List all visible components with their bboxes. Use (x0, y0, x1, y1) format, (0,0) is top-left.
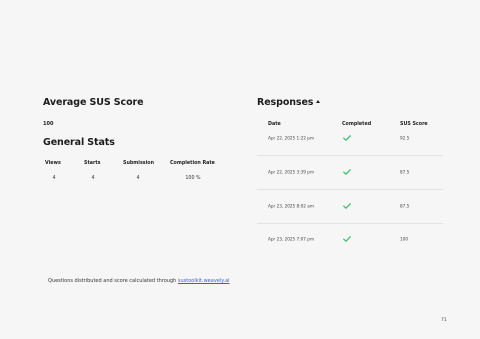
table-row[interactable]: Apr 23, 2025 8:02 am 87.5 (257, 189, 443, 224)
check-icon (343, 169, 351, 175)
general-stats-title: General Stats (43, 137, 115, 148)
row-date: Apr 23, 2025 8:02 am (268, 203, 314, 209)
responses-title-wrap[interactable]: Responses (257, 97, 321, 108)
stat-value-views: 4 (52, 176, 56, 181)
row-sus-score: 87.5 (400, 169, 410, 175)
table-row[interactable]: Apr 22, 2025 1:22 pm 92.5 (257, 121, 443, 156)
stat-header-starts: Starts (84, 161, 101, 166)
row-date: Apr 22, 2025 3:39 pm (268, 169, 315, 175)
check-icon (343, 236, 351, 242)
row-date: Apr 22, 2025 1:22 pm (268, 135, 315, 141)
sort-up-icon[interactable] (316, 100, 321, 103)
average-sus-value: 100 (43, 121, 54, 127)
page-number: 71 (441, 318, 447, 323)
check-icon (343, 135, 351, 141)
row-date: Apr 23, 2025 7:07 pm (268, 236, 315, 242)
footer-note: Questions distributed and score calculat… (48, 278, 230, 284)
stat-header-completion-rate: Completion Rate (170, 161, 215, 166)
table-row[interactable]: Apr 23, 2025 7:07 pm 100 (257, 222, 443, 256)
stat-header-views: Views (45, 161, 61, 166)
stat-value-submission: 4 (136, 176, 140, 181)
footer-text: Questions distributed and score calculat… (48, 278, 178, 284)
stat-value-completion-rate: 100 % (185, 176, 201, 181)
row-sus-score: 92.5 (400, 135, 410, 141)
stat-header-submission: Submission (123, 161, 155, 166)
sustoolkit-link[interactable]: sustoolkit.weavely.ai (178, 278, 230, 284)
average-sus-title: Average SUS Score (43, 97, 144, 108)
table-row[interactable]: Apr 22, 2025 3:39 pm 87.5 (257, 155, 443, 190)
row-sus-score: 87.5 (400, 203, 410, 209)
responses-title: Responses (257, 97, 314, 108)
stat-value-starts: 4 (91, 176, 95, 181)
row-sus-score: 100 (400, 236, 408, 242)
check-icon (343, 203, 351, 209)
